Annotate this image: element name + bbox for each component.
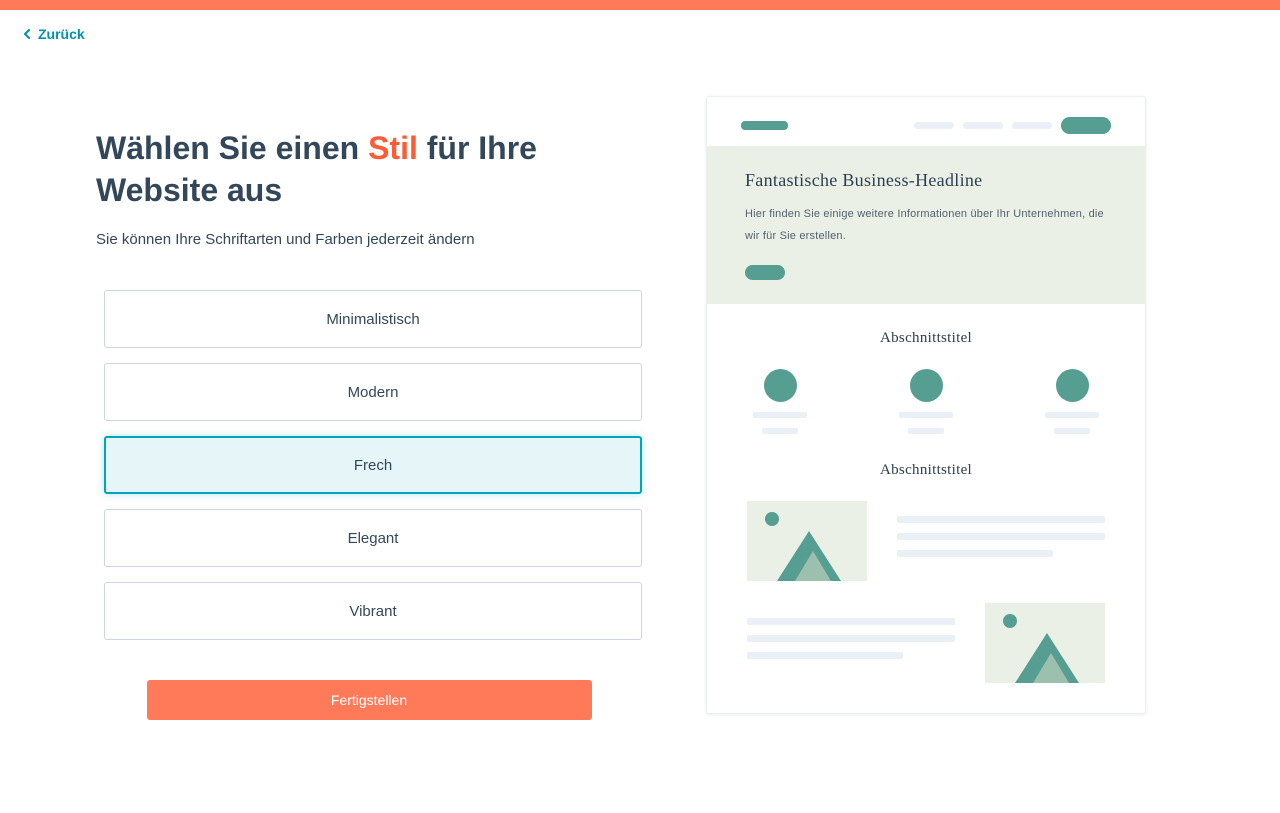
circle-icon	[1056, 369, 1089, 402]
website-preview: Fantastische Business-Headline Hier find…	[706, 96, 1146, 714]
preview-columns	[727, 369, 1125, 434]
back-link[interactable]: Zurück	[0, 10, 107, 58]
chevron-left-icon	[22, 29, 32, 39]
option-vibrant[interactable]: Vibrant	[104, 582, 642, 640]
placeholder-bar	[747, 635, 955, 642]
page-subtitle: Sie können Ihre Schriftarten und Farben …	[96, 231, 646, 248]
circle-icon	[910, 369, 943, 402]
back-link-label: Zurück	[38, 26, 85, 42]
left-panel: Wählen Sie einen Stil für Ihre Website a…	[96, 58, 646, 720]
placeholder-bar	[747, 652, 903, 659]
preview-column	[899, 369, 953, 434]
preview-menu-item	[914, 122, 954, 129]
page-heading: Wählen Sie einen Stil für Ihre Website a…	[96, 128, 646, 211]
placeholder-bar	[899, 412, 953, 418]
preview-menu	[914, 117, 1111, 134]
placeholder-bar	[1054, 428, 1090, 434]
style-options: Minimalistisch Modern Frech Elegant Vibr…	[96, 290, 646, 640]
finish-button[interactable]: Fertigstellen	[147, 680, 592, 720]
option-modern[interactable]: Modern	[104, 363, 642, 421]
placeholder-bar	[897, 550, 1053, 557]
preview-section-1: Abschnittstitel	[707, 304, 1145, 479]
heading-accent: Stil	[368, 130, 418, 166]
preview-section-title: Abschnittstitel	[727, 330, 1125, 347]
placeholder-bar	[753, 412, 807, 418]
preview-nav	[707, 97, 1145, 146]
placeholder-bar	[747, 618, 955, 625]
placeholder-bar	[908, 428, 944, 434]
preview-hero-text: Hier finden Sie einige weitere Informati…	[745, 203, 1107, 247]
text-placeholder	[897, 501, 1105, 557]
preview-content-rows	[707, 501, 1145, 713]
image-placeholder-icon	[747, 501, 867, 581]
preview-logo-placeholder	[741, 121, 788, 130]
image-placeholder-icon	[985, 603, 1105, 683]
preview-menu-item	[1012, 122, 1052, 129]
preview-content-row	[747, 501, 1105, 581]
placeholder-bar	[762, 428, 798, 434]
placeholder-bar	[1045, 412, 1099, 418]
placeholder-bar	[897, 516, 1105, 523]
top-accent-bar	[0, 0, 1280, 10]
preview-content-row	[747, 603, 1105, 683]
preview-hero: Fantastische Business-Headline Hier find…	[707, 146, 1145, 304]
preview-section-title: Abschnittstitel	[727, 462, 1125, 479]
preview-panel: Fantastische Business-Headline Hier find…	[706, 58, 1146, 720]
preview-column	[753, 369, 807, 434]
option-minimalistisch[interactable]: Minimalistisch	[104, 290, 642, 348]
placeholder-bar	[897, 533, 1105, 540]
option-elegant[interactable]: Elegant	[104, 509, 642, 567]
preview-column	[1045, 369, 1099, 434]
preview-menu-button	[1061, 117, 1111, 134]
circle-icon	[764, 369, 797, 402]
text-placeholder	[747, 603, 955, 659]
preview-hero-title: Fantastische Business-Headline	[745, 170, 1107, 191]
preview-hero-button	[745, 265, 785, 280]
option-frech[interactable]: Frech	[104, 436, 642, 494]
preview-menu-item	[963, 122, 1003, 129]
